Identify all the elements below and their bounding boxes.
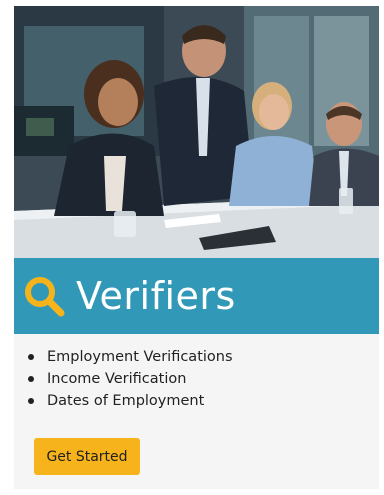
feature-label: Employment Verifications [47, 349, 233, 365]
feature-label: Dates of Employment [47, 393, 205, 409]
search-icon [25, 277, 65, 317]
card-title: Verifiers [76, 274, 236, 318]
bullet-icon [28, 376, 34, 382]
bullet-icon [28, 354, 34, 360]
hero-photo [14, 6, 379, 258]
list-item: Employment Verifications [28, 346, 233, 368]
title-banner: Verifiers [14, 258, 379, 334]
get-started-button[interactable]: Get Started [34, 438, 140, 475]
list-item: Income Verification [28, 368, 233, 390]
list-item: Dates of Employment [28, 390, 233, 412]
bullet-icon [28, 398, 34, 404]
verifiers-card: Verifiers Employment Verifications Incom… [14, 6, 379, 489]
feature-list: Employment Verifications Income Verifica… [28, 346, 233, 412]
feature-label: Income Verification [47, 371, 187, 387]
